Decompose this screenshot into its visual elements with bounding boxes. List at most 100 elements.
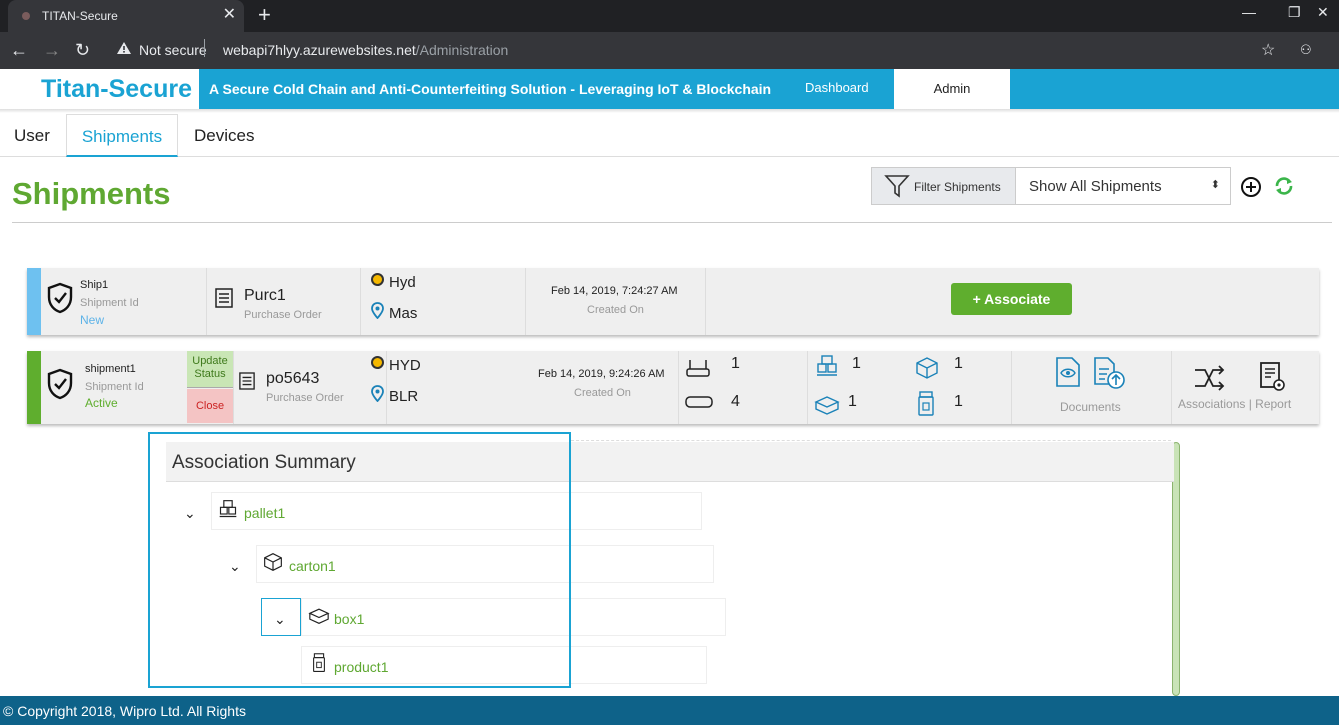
- carton-count: 1: [954, 355, 963, 372]
- shipment-name: shipment1: [85, 363, 136, 375]
- header-shadow: [0, 109, 1339, 113]
- bookmark-star-icon[interactable]: ☆: [1261, 40, 1275, 60]
- update-status-button[interactable]: Update Status: [187, 351, 233, 388]
- created-label: Created On: [587, 304, 644, 316]
- shipment-id-label: Shipment Id: [85, 381, 144, 393]
- destination-pin-icon: [371, 302, 384, 319]
- url-host: webapi7hlyy.azurewebsites.net: [223, 42, 416, 58]
- invoice-icon: [239, 372, 255, 390]
- route-cell: HYD BLR: [361, 351, 526, 424]
- created-cell: Feb 14, 2019, 7:24:27 AM Created On: [526, 268, 706, 335]
- brand-logo[interactable]: Titan-Secure: [0, 69, 199, 109]
- shipment-filter-select[interactable]: Show All Shipments ⬍: [1015, 167, 1231, 205]
- origin-pin-icon: [371, 356, 384, 374]
- po-label: Purchase Order: [244, 309, 322, 321]
- pallet-count: 1: [852, 355, 861, 372]
- tree-node-carton[interactable]: carton1: [256, 545, 714, 583]
- filter-shipments-button[interactable]: Filter Shipments: [871, 167, 1016, 205]
- pallet-icon: [817, 355, 837, 376]
- created-date: Feb 14, 2019, 9:24:26 AM: [538, 368, 665, 380]
- refresh-icon[interactable]: [1273, 175, 1295, 197]
- box-icon: [814, 396, 840, 415]
- shipment-row[interactable]: shipment1 Shipment Id Active Update Stat…: [27, 351, 1319, 424]
- po-label: Purchase Order: [266, 392, 344, 404]
- url-text: webapi7hlyy.azurewebsites.net/Administra…: [223, 42, 508, 58]
- box-count: 1: [848, 393, 857, 410]
- restore-icon[interactable]: ❐: [1288, 4, 1301, 21]
- summary-title-text: Association Summary: [172, 452, 356, 473]
- pallet-icon: [219, 500, 237, 518]
- shipment-id-cell: Ship1 Shipment Id New: [41, 268, 207, 335]
- tab-shipments[interactable]: Shipments: [66, 114, 178, 157]
- tree-node-pallet[interactable]: pallet1: [211, 492, 702, 530]
- tag-icon: [685, 396, 713, 408]
- po-number: Purc1: [244, 287, 286, 304]
- incognito-icon[interactable]: ⚇: [1300, 42, 1312, 58]
- select-caret-icon: ⬍: [1210, 179, 1220, 191]
- associate-button[interactable]: + Associate: [951, 283, 1072, 315]
- nav-dashboard[interactable]: Dashboard: [805, 80, 869, 95]
- invoice-icon: [215, 288, 233, 308]
- tab-user[interactable]: User: [14, 114, 50, 157]
- minimize-icon[interactable]: —: [1242, 4, 1256, 20]
- new-tab-icon[interactable]: +: [258, 3, 271, 27]
- add-shipment-icon[interactable]: [1240, 176, 1262, 198]
- carton-icon: [264, 553, 282, 571]
- omnibox-separator: [204, 39, 205, 57]
- summary-header-bar: Association Summary: [166, 442, 1170, 482]
- product-icon: [918, 391, 934, 416]
- tree-node-product[interactable]: product1: [301, 646, 707, 684]
- close-tab-icon[interactable]: ✕: [223, 6, 236, 24]
- tree-node-label: carton1: [289, 558, 336, 574]
- gateway-count: 1: [731, 355, 740, 372]
- browser-tab[interactable]: TITAN-Secure ✕: [8, 0, 244, 32]
- expand-box-chevron-icon[interactable]: ⌄: [274, 611, 286, 628]
- associations-report-label[interactable]: Associations | Report: [1178, 397, 1291, 411]
- documents-cell[interactable]: Documents: [1012, 351, 1172, 424]
- tag-count: 4: [731, 393, 740, 410]
- route-cell: Hyd Mas: [361, 268, 526, 335]
- associations-icon[interactable]: [1192, 364, 1226, 392]
- tab-title: TITAN-Secure: [42, 9, 118, 23]
- nav-admin[interactable]: Admin: [894, 69, 1010, 109]
- product-icon: [313, 653, 325, 672]
- shipment-row[interactable]: Ship1 Shipment Id New Purc1 Purchase Ord…: [27, 268, 1319, 335]
- favicon-icon: [22, 12, 30, 20]
- tree-node-label: pallet1: [244, 505, 286, 521]
- close-shipment-button[interactable]: Close: [187, 389, 233, 423]
- tab-devices[interactable]: Devices: [194, 114, 254, 157]
- address-bar: ← → ↻ Not secure webapi7hlyy.azurewebsit…: [0, 32, 1339, 69]
- back-icon[interactable]: ←: [10, 40, 28, 60]
- destination-location: BLR: [389, 388, 419, 405]
- shield-icon: [47, 368, 73, 400]
- upload-document-icon[interactable]: [1092, 356, 1126, 390]
- funnel-icon: [884, 175, 910, 198]
- documents-label: Documents: [1060, 400, 1121, 414]
- security-label: Not secure: [139, 42, 207, 58]
- footer: © Copyright 2018, Wipro Ltd. All Rights: [0, 696, 1339, 725]
- origin-location: HYD: [389, 357, 421, 374]
- tree-node-box[interactable]: box1: [301, 598, 726, 636]
- tree-node-label: product1: [334, 659, 389, 675]
- destination-location: Mas: [389, 305, 418, 322]
- box-icon: [308, 608, 330, 624]
- status-strip: [27, 351, 41, 424]
- close-window-icon[interactable]: ✕: [1317, 4, 1329, 21]
- view-document-icon[interactable]: [1054, 356, 1082, 388]
- forward-icon[interactable]: →: [43, 40, 61, 60]
- shipment-name: Ship1: [80, 279, 109, 291]
- expand-pallet-chevron-icon[interactable]: ⌄: [184, 505, 196, 522]
- device-counts-cell: 1 4: [679, 351, 808, 424]
- title-divider: [12, 222, 1332, 223]
- warning-icon: [117, 42, 131, 54]
- tree-node-label: box1: [334, 611, 365, 627]
- package-counts-cell: 1 1 1 1: [808, 351, 1012, 424]
- associations-cell: Associations | Report: [1172, 351, 1319, 424]
- app-header: Titan-Secure A Secure Cold Chain and Ant…: [0, 69, 1339, 109]
- expand-carton-chevron-icon[interactable]: ⌄: [229, 558, 241, 575]
- report-icon[interactable]: [1258, 361, 1288, 393]
- reload-icon[interactable]: ↻: [75, 40, 90, 60]
- filter-label: Filter Shipments: [914, 180, 1001, 194]
- shipment-id-label: Shipment Id: [80, 297, 139, 309]
- omnibox[interactable]: Not secure webapi7hlyy.azurewebsites.net…: [108, 36, 1288, 64]
